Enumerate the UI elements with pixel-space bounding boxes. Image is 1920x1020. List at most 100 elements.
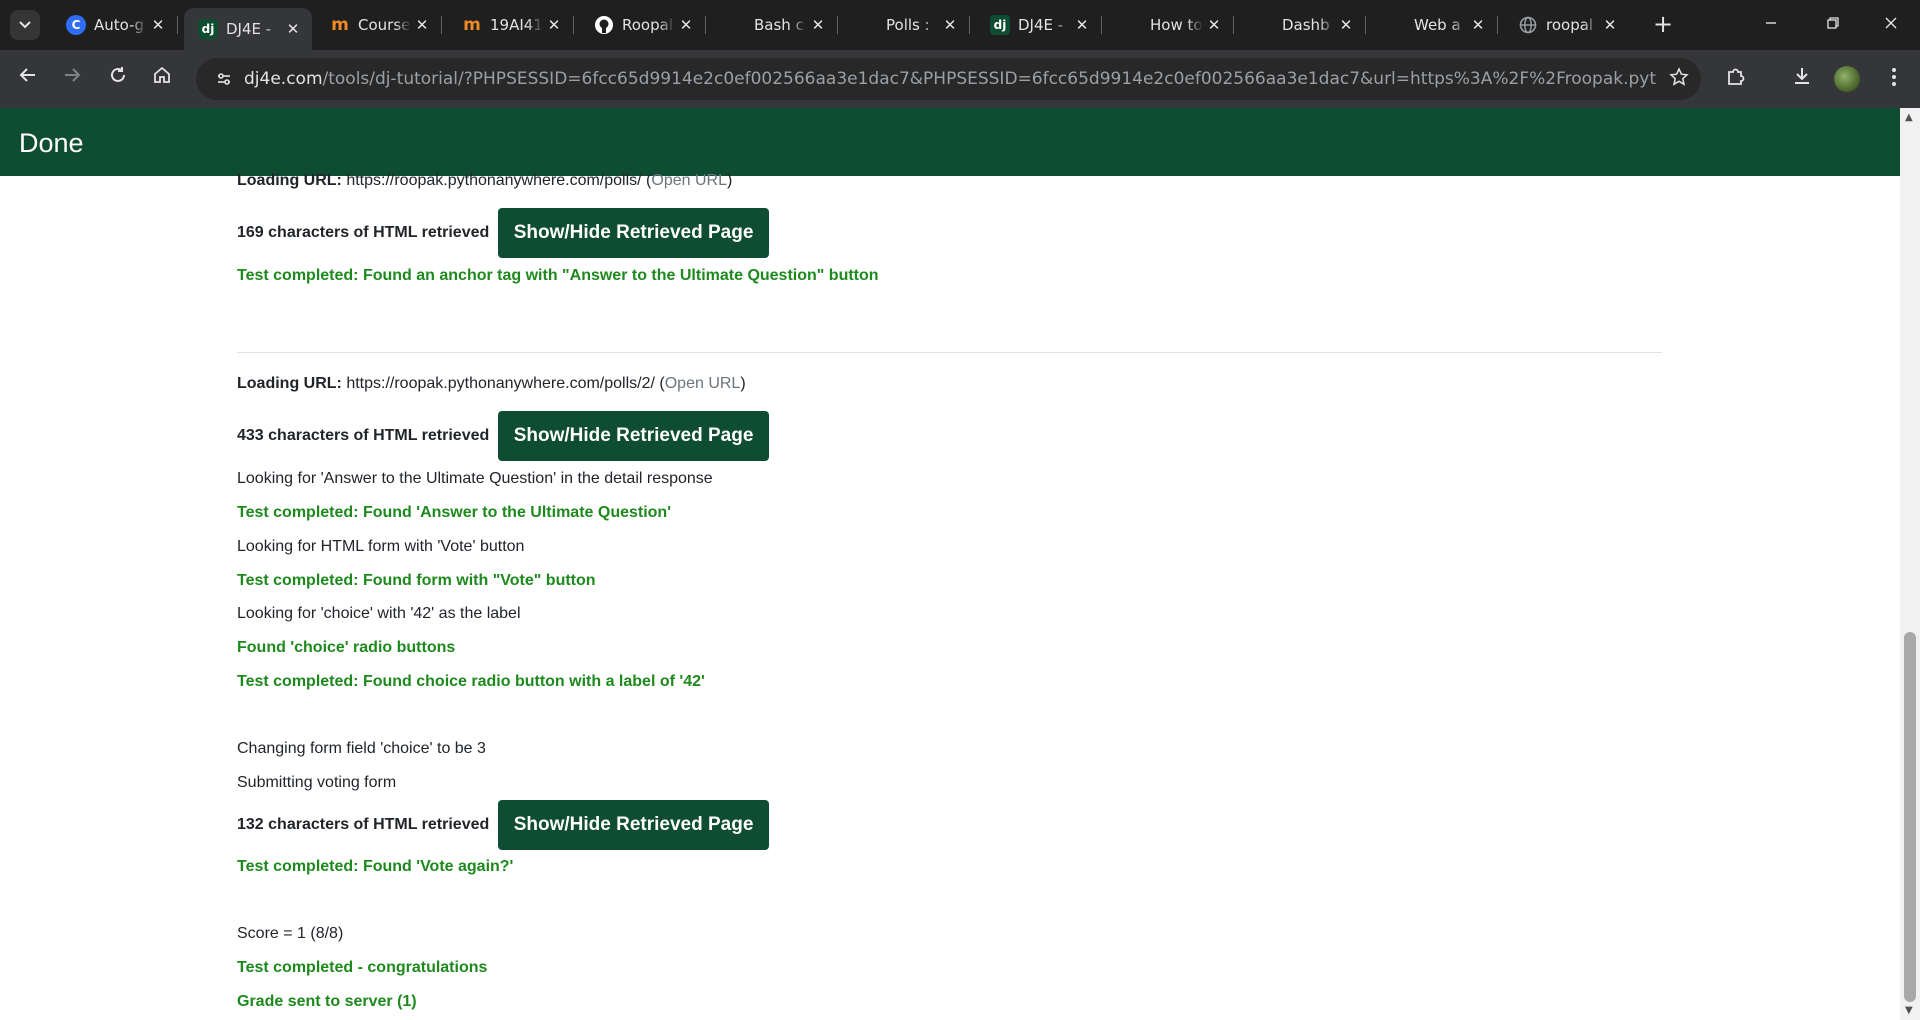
bookmark-star-icon[interactable] (1657, 66, 1701, 92)
blank-favicon-icon (858, 15, 878, 35)
new-tab-button[interactable]: + (1650, 12, 1676, 38)
forward-arrow-icon (65, 68, 81, 82)
tab-dashboard[interactable]: Dashb ✕ (1240, 8, 1366, 42)
retrieved-count: 132 characters of HTML retrieved (237, 816, 490, 834)
blank-favicon-icon (1254, 15, 1274, 35)
close-icon[interactable]: ✕ (1071, 16, 1093, 34)
test-result: Test completed: Found choice radio butto… (237, 673, 705, 690)
site-settings-icon[interactable] (204, 58, 244, 100)
tab-title: DJ4E - (1018, 16, 1064, 34)
reload-icon (111, 67, 125, 82)
downloads-button[interactable] (1786, 64, 1818, 96)
extensions-button[interactable] (1720, 64, 1752, 96)
open-url-link[interactable]: Open URL (651, 172, 727, 189)
loading-url: https://roopak.pythonanywhere.com/polls/ (346, 172, 642, 189)
test-result: Test completed - congratulations (237, 959, 488, 976)
tab-bash[interactable]: Bash c ✕ (712, 8, 838, 42)
close-icon[interactable]: ✕ (807, 16, 829, 34)
minimize-icon (1766, 22, 1776, 24)
menu-button[interactable] (1878, 64, 1910, 96)
score-text: Score = 1 (8/8) (237, 925, 344, 942)
close-icon[interactable]: ✕ (1335, 16, 1357, 34)
home-icon (154, 66, 170, 83)
tab-github[interactable]: Roopal ✕ (580, 8, 706, 42)
github-icon (594, 15, 614, 35)
close-icon[interactable]: ✕ (543, 16, 565, 34)
show-hide-retrieved-page-button[interactable]: Show/Hide Retrieved Page (497, 208, 770, 258)
close-icon[interactable]: ✕ (939, 16, 961, 34)
scrollbar-thumb[interactable] (1904, 632, 1916, 1002)
tab-roopak[interactable]: roopal ✕ (1504, 8, 1629, 42)
test-result: Test completed: Found 'Vote again?' (237, 858, 514, 875)
tab-separator (573, 16, 574, 34)
test-result: Test completed: Found an anchor tag with… (237, 267, 879, 284)
tab-separator (837, 16, 838, 34)
loading-url-line: Loading URL: https://roopak.pythonanywhe… (237, 172, 733, 189)
tab-separator (1233, 16, 1234, 34)
home-button[interactable] (146, 63, 178, 95)
check-description: Looking for 'choice' with '42' as the la… (237, 605, 521, 622)
puzzle-icon (1728, 68, 1745, 85)
tab-title: 19AI41 (490, 16, 543, 34)
scroll-down-arrow-icon[interactable]: ▼ (1905, 1005, 1913, 1016)
restore-button[interactable] (1810, 10, 1856, 40)
show-hide-retrieved-page-button[interactable]: Show/Hide Retrieved Page (497, 411, 770, 461)
scroll-up-arrow-icon[interactable]: ▲ (1905, 112, 1913, 123)
tab-strip: C Auto-g ✕ dj DJ4E - ✕ m Course ✕ m 19AI… (0, 0, 1920, 50)
retrieved-count: 169 characters of HTML retrieved (237, 224, 490, 242)
close-icon[interactable]: ✕ (411, 16, 433, 34)
close-icon[interactable]: ✕ (1203, 16, 1225, 34)
tab-dj4e-active[interactable]: dj DJ4E - ✕ (184, 8, 312, 50)
tab-19ai41[interactable]: m 19AI41 ✕ (448, 8, 574, 42)
tab-how-to[interactable]: How to ✕ (1108, 8, 1234, 42)
close-window-button[interactable] (1868, 10, 1914, 40)
tab-title: Auto-g (94, 16, 145, 34)
retrieved-count: 433 characters of HTML retrieved (237, 427, 490, 445)
m-logo-icon: m (331, 15, 349, 35)
close-icon[interactable]: ✕ (147, 16, 169, 34)
url-host: dj4e.com (244, 69, 323, 89)
divider (237, 352, 1662, 353)
close-icon[interactable]: ✕ (675, 16, 697, 34)
coursera-icon: C (66, 15, 86, 35)
retrieved-line: 132 characters of HTML retrieved Show/Hi… (237, 800, 770, 850)
close-icon[interactable]: ✕ (1467, 16, 1489, 34)
test-result: Test completed: Found 'Answer to the Ult… (237, 504, 672, 521)
browser-toolbar: dj4e.com/tools/dj-tutorial/?PHPSESSID=6f… (0, 50, 1920, 108)
tab-separator (177, 16, 178, 34)
open-url-link[interactable]: Open URL (665, 375, 741, 392)
tab-separator (1365, 16, 1366, 34)
tab-separator (1497, 16, 1498, 34)
tab-title: How to (1150, 16, 1203, 34)
tab-title: Bash c (754, 16, 804, 34)
page-scrollbar[interactable]: ▲ ▼ (1900, 108, 1920, 1020)
close-icon[interactable]: ✕ (1599, 16, 1621, 34)
address-bar[interactable]: dj4e.com/tools/dj-tutorial/?PHPSESSID=6f… (196, 58, 1701, 100)
tab-auto-grader[interactable]: C Auto-g ✕ (52, 8, 178, 42)
test-result: Found 'choice' radio buttons (237, 639, 456, 656)
back-arrow-icon (19, 68, 35, 82)
tab-separator (969, 16, 970, 34)
page-header: Done (0, 108, 1900, 176)
tab-polls[interactable]: Polls : ✕ (844, 8, 970, 42)
form-change-step: Changing form field 'choice' to be 3 (237, 740, 486, 757)
m-logo-icon: m (463, 15, 481, 35)
show-hide-retrieved-page-button[interactable]: Show/Hide Retrieved Page (497, 800, 770, 850)
grade-status: Grade sent to server (1) (237, 993, 417, 1010)
tab-course[interactable]: m Course ✕ (316, 8, 442, 42)
tab-web-app[interactable]: Web a ✕ (1372, 8, 1498, 42)
minimize-button[interactable] (1748, 10, 1794, 40)
blank-favicon-icon (1386, 15, 1406, 35)
profile-avatar[interactable] (1834, 66, 1860, 92)
restore-icon (1827, 17, 1839, 29)
tab-search-button[interactable] (10, 10, 40, 40)
forward-button[interactable] (56, 63, 88, 95)
loading-url-line: Loading URL: https://roopak.pythonanywhe… (237, 375, 746, 392)
reload-button[interactable] (102, 63, 134, 95)
loading-label: Loading URL: (237, 172, 342, 189)
url-text[interactable]: dj4e.com/tools/dj-tutorial/?PHPSESSID=6f… (244, 69, 1657, 89)
close-icon[interactable]: ✕ (282, 20, 304, 38)
back-button[interactable] (12, 63, 44, 95)
tab-separator (441, 16, 442, 34)
tab-dj4e-2[interactable]: dj DJ4E - ✕ (976, 8, 1102, 42)
